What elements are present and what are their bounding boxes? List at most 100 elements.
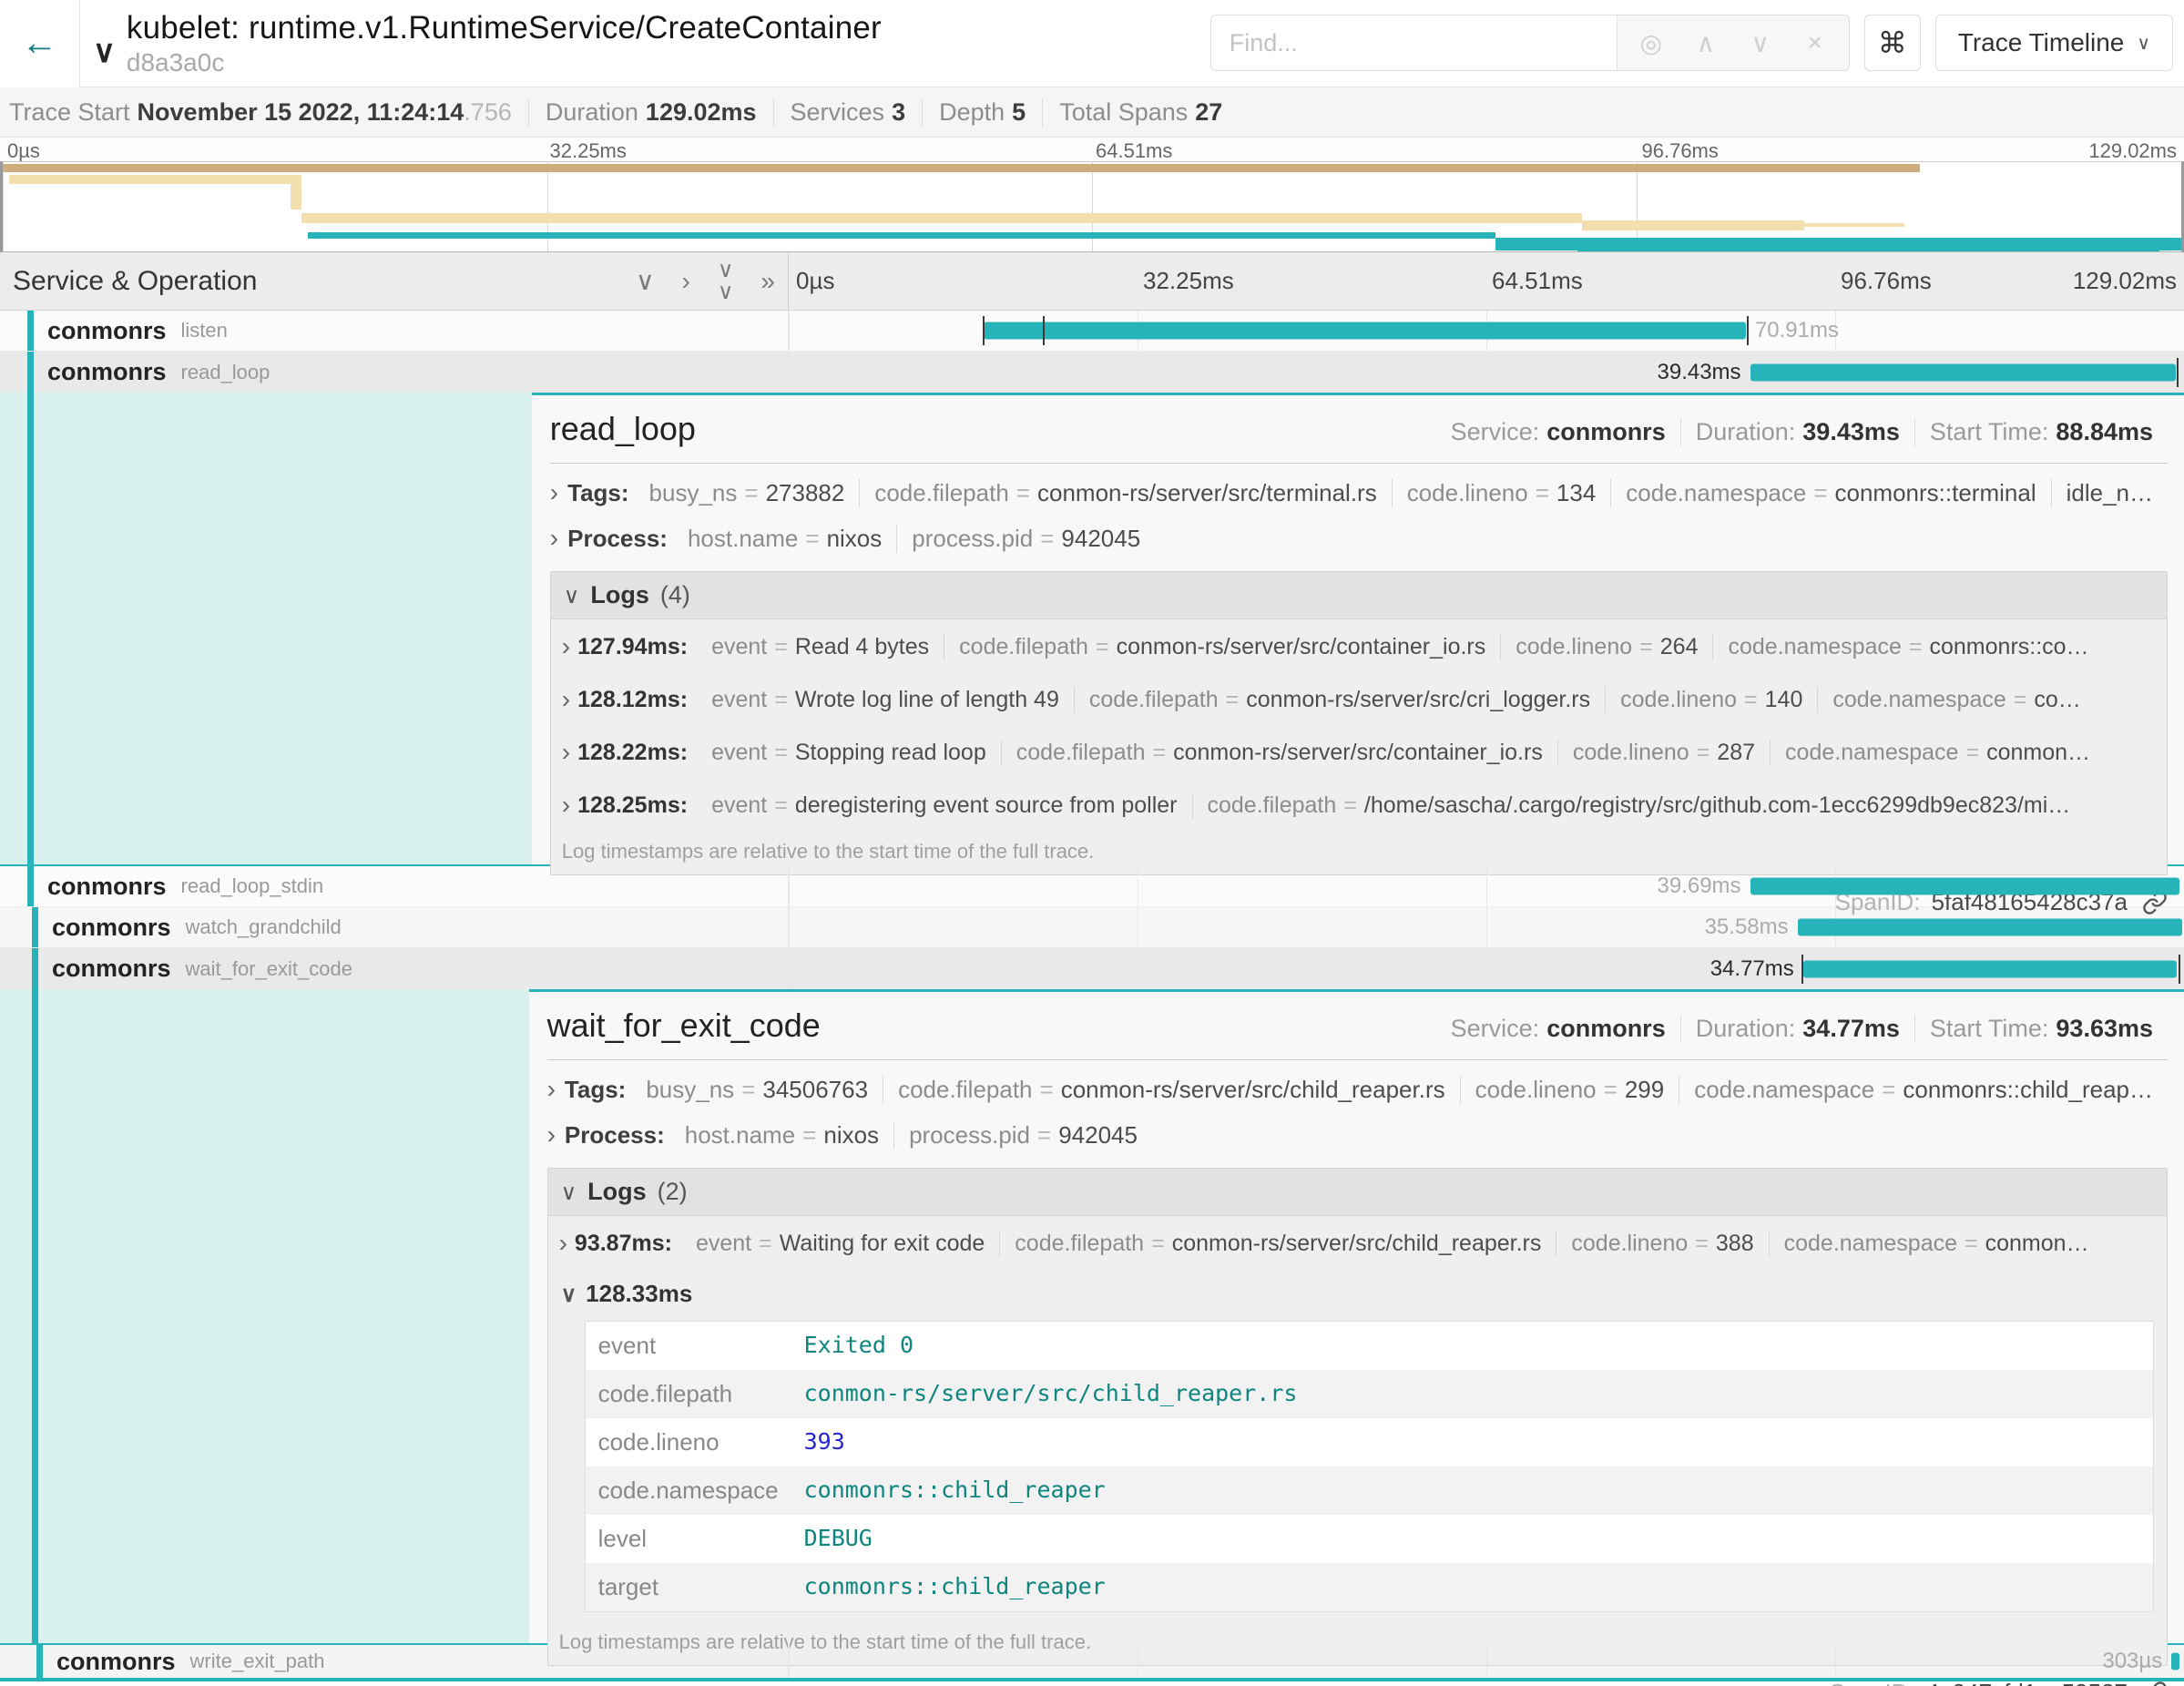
kv-pair: event=Waiting for exit code	[681, 1231, 999, 1257]
kv-pair: code.lineno=287	[1557, 740, 1770, 766]
minimap-span-bar	[9, 175, 301, 184]
axis-tick: 64.51ms	[1486, 267, 1583, 295]
kv-pair: code.lineno=140	[1605, 687, 1817, 713]
span-timeline-cell[interactable]: 303µs	[789, 1645, 2184, 1678]
span-service: conmonrs	[52, 914, 171, 942]
tags-list: busy_ns=273882code.filepath=conmon-rs/se…	[635, 479, 2168, 507]
span-timeline-cell[interactable]: 39.69ms	[789, 866, 2184, 906]
chevron-right-icon	[562, 791, 570, 820]
span-name-cell[interactable]: conmonrs wait_for_exit_code	[0, 948, 789, 989]
span-row-listen[interactable]: conmonrs listen 70.91ms	[0, 311, 2184, 352]
process-row[interactable]: Process: host.name=nixosprocess.pid=9420…	[550, 515, 2168, 560]
expand-all-icon[interactable]: »	[760, 269, 775, 294]
axis-tick: 0µs	[7, 139, 40, 163]
back-button[interactable]: ←	[0, 0, 80, 87]
span-row-watch-grandchild[interactable]: conmonrs watch_grandchild 35.58ms	[0, 907, 2184, 948]
log-row[interactable]: 93.87ms: event=Waiting for exit codecode…	[548, 1216, 2167, 1269]
find-next-icon[interactable]: ∨	[1736, 28, 1785, 58]
span-bar[interactable]	[1803, 960, 2178, 977]
span-bar[interactable]	[984, 322, 1745, 340]
kv-pair: process.pid=942045	[896, 525, 1155, 553]
trace-header-collapse-toggle[interactable]: ∨	[93, 34, 116, 70]
chevron-right-icon	[550, 478, 558, 507]
kv-pair: code.lineno=299	[1460, 1076, 1679, 1104]
span-timeline-cell[interactable]: 34.77ms	[789, 948, 2184, 989]
chevron-right-icon	[562, 738, 570, 767]
find-group: ◎ ∧ ∨ ×	[1210, 15, 1850, 71]
trace-id: d8a3a0c	[127, 48, 882, 77]
span-duration-label: 34.77ms	[1710, 956, 1794, 982]
span-bar[interactable]	[1750, 878, 2180, 895]
span-name-cell[interactable]: conmonrs listen	[0, 311, 789, 351]
span-row-read-loop-stdin[interactable]: conmonrs read_loop_stdin 39.69ms	[0, 866, 2184, 907]
span-color-bar	[27, 866, 34, 906]
span-timeline-cell[interactable]: 39.43ms	[789, 352, 2184, 393]
log-row[interactable]: 128.22ms: event=Stopping read loopcode.f…	[551, 725, 2167, 778]
span-name-cell[interactable]: conmonrs write_exit_path	[0, 1645, 789, 1678]
span-name-cell[interactable]: conmonrs read_loop_stdin	[0, 866, 789, 906]
span-name-cell[interactable]: conmonrs read_loop	[0, 352, 789, 393]
log-row[interactable]: 128.25ms: event=deregistering event sour…	[551, 778, 2167, 831]
span-name-cell[interactable]: conmonrs watch_grandchild	[0, 907, 789, 947]
logs-box: Logs(2) 93.87ms: event=Waiting for exit …	[547, 1168, 2168, 1666]
span-timeline-cell[interactable]: 35.58ms	[789, 907, 2184, 947]
keyboard-shortcuts-button[interactable]: ⌘	[1864, 15, 1921, 71]
divider	[547, 1059, 2168, 1060]
logs-header[interactable]: Logs(4)	[551, 572, 2167, 619]
process-row[interactable]: Process: host.name=nixosprocess.pid=9420…	[547, 1111, 2168, 1157]
copy-link-icon[interactable]	[2142, 1681, 2168, 1686]
log-field-row: code.namespaceconmonrs::child_reaper	[586, 1466, 2153, 1515]
chevron-down-icon: ∨	[93, 35, 116, 69]
log-row-expanded-header[interactable]: 128.33ms	[548, 1269, 2167, 1313]
minimap-span-bar	[1577, 244, 2159, 252]
span-operation: watch_grandchild	[186, 915, 342, 939]
find-clear-icon[interactable]: ×	[1791, 28, 1840, 57]
span-color-bar	[32, 907, 38, 947]
span-bar[interactable]	[2171, 1653, 2179, 1671]
chevron-right-icon	[562, 685, 570, 714]
collapse-all-icon[interactable]: ∨∨	[718, 260, 734, 303]
expand-one-icon[interactable]: ›	[682, 269, 690, 294]
log-fields: event=Stopping read loopcode.filepath=co…	[697, 740, 2105, 766]
service-operation-title: Service & Operation	[13, 266, 257, 297]
span-timeline-cell[interactable]: 70.91ms	[789, 311, 2184, 351]
find-focus-icon[interactable]: ◎	[1627, 28, 1676, 58]
span-duration-label: 35.58ms	[1705, 915, 1789, 940]
span-duration-label: 303µs	[2102, 1649, 2162, 1674]
axis-tick: 0µs	[796, 267, 834, 295]
span-row-read-loop[interactable]: conmonrs read_loop 39.43ms	[0, 352, 2184, 393]
span-detail-panel: wait_for_exit_code Service:conmonrs Dura…	[529, 989, 2184, 1643]
log-marker	[983, 316, 985, 345]
collapse-one-icon[interactable]: ∨	[636, 269, 655, 294]
log-row[interactable]: 128.12ms: event=Wrote log line of length…	[551, 672, 2167, 725]
span-detail-title: wait_for_exit_code	[547, 1006, 821, 1045]
span-bar[interactable]	[1750, 363, 2176, 381]
trace-view-label: Trace Timeline	[1958, 28, 2125, 57]
summary-total-spans: Total Spans27	[1042, 98, 1239, 127]
trace-view-selector[interactable]: Trace Timeline ∨	[1935, 15, 2173, 71]
span-bar[interactable]	[1798, 919, 2183, 936]
kv-pair: event=Stopping read loop	[697, 740, 1001, 766]
axis-tick: 96.76ms	[1638, 139, 1719, 163]
log-row[interactable]: 127.94ms: event=Read 4 bytescode.filepat…	[551, 619, 2167, 672]
kv-pair: host.name=nixos	[673, 525, 896, 553]
span-row-wait-for-exit-code[interactable]: conmonrs wait_for_exit_code 34.77ms	[0, 948, 2184, 989]
find-input[interactable]	[1211, 15, 1617, 70]
trace-minimap[interactable]	[0, 161, 2184, 252]
span-detail-panel: read_loop Service:conmonrs Duration:39.4…	[532, 393, 2184, 864]
summary-depth: Depth5	[922, 98, 1042, 127]
tags-row[interactable]: Tags: busy_ns=34506763code.filepath=conm…	[547, 1066, 2168, 1111]
kv-pair: code.namespace=conmonrs::terminal	[1610, 479, 2050, 507]
span-row-write-exit-path[interactable]: conmonrs write_exit_path 303µs	[0, 1645, 2184, 1681]
kv-pair: busy_ns=273882	[635, 479, 860, 507]
log-field-row: code.filepathconmon-rs/server/src/child_…	[586, 1370, 2153, 1418]
log-fields: event=deregistering event source from po…	[697, 792, 2085, 819]
kv-pair: event=Wrote log line of length 49	[697, 687, 1074, 713]
find-prev-icon[interactable]: ∧	[1681, 28, 1730, 58]
kv-pair: code.lineno=264	[1500, 634, 1712, 660]
minimap-span-bar	[308, 232, 1495, 239]
tags-row[interactable]: Tags: busy_ns=273882code.filepath=conmon…	[550, 469, 2168, 515]
span-service: conmonrs	[47, 873, 167, 901]
logs-header[interactable]: Logs(2)	[548, 1169, 2167, 1216]
kv-pair: code.namespace=conmon…	[1770, 740, 2105, 766]
